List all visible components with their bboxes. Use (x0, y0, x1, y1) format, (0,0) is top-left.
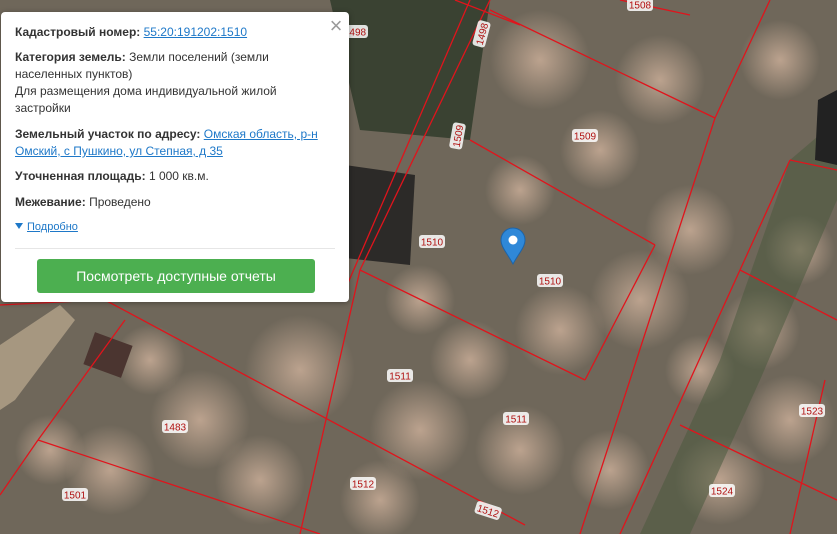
area-label: Уточненная площадь: (15, 169, 146, 183)
category-row: Категория земель: Земли поселений (земли… (15, 49, 335, 83)
area-value: 1 000 кв.м. (148, 169, 209, 183)
details-toggle[interactable]: Подробно (15, 221, 78, 233)
survey-row: Межевание: Проведено (15, 194, 335, 211)
parcel-number: 1483 (164, 423, 187, 434)
soil-patch (15, 415, 85, 485)
cadastral-row: Кадастровый номер: 55:20:191202:1510 (15, 24, 335, 41)
address-row: Земельный участок по адресу: Омская обла… (15, 126, 335, 160)
parcel-label-p1512a[interactable]: 1512 (350, 477, 376, 491)
soil-patch (740, 20, 820, 100)
soil-patch (560, 110, 640, 190)
parcel-number: 1510 (539, 277, 562, 288)
soil-patch (515, 285, 605, 375)
soil-patch (615, 35, 705, 125)
parcel-label-p1524[interactable]: 1524 (709, 484, 735, 498)
survey-value: Проведено (89, 195, 151, 209)
details-label: Подробно (27, 221, 78, 233)
parcel-number: 1501 (64, 491, 87, 502)
parcel-label-p1511b[interactable]: 1511 (503, 412, 529, 426)
parcel-number: 1508 (629, 1, 652, 12)
usage-text: Для размещения дома индивидуальной жилой… (15, 84, 277, 115)
cadastral-number-link[interactable]: 55:20:191202:1510 (144, 25, 247, 39)
parcel-number: 1524 (711, 487, 734, 498)
parcel-number: 1512 (352, 480, 375, 491)
right-building (815, 90, 837, 165)
soil-patch (490, 10, 590, 110)
parcel-label-p1510b[interactable]: 1510 (537, 274, 563, 288)
shed-roof (345, 165, 415, 265)
parcel-label-p1523[interactable]: 1523 (799, 404, 825, 418)
parcel-label-p1508[interactable]: 1508 (627, 0, 653, 12)
parcel-label-p1483[interactable]: 1483 (162, 420, 188, 434)
parcel-label-p1501[interactable]: 1501 (62, 488, 88, 502)
divider (15, 248, 335, 249)
address-label: Земельный участок по адресу: (15, 127, 201, 141)
cadastral-label: Кадастровый номер: (15, 25, 141, 39)
parcel-number: 1511 (389, 372, 411, 383)
survey-label: Межевание: (15, 195, 86, 209)
category-label: Категория земель: (15, 50, 126, 64)
parcel-number: 1510 (421, 238, 444, 249)
triangle-down-icon (15, 223, 23, 229)
parcel-label-p1511a[interactable]: 1511 (387, 369, 413, 383)
parcel-label-p1510a[interactable]: 1510 (419, 235, 445, 249)
parcel-label-p1509b[interactable]: 1509 (572, 129, 598, 143)
soil-patch (485, 155, 555, 225)
parcel-number: 1511 (505, 415, 527, 426)
soil-patch (590, 250, 690, 350)
soil-patch (745, 375, 835, 465)
parcel-info-popup: × Кадастровый номер: 55:20:191202:1510 К… (1, 12, 349, 302)
soil-patch (215, 435, 305, 525)
soil-patch (245, 315, 355, 425)
parcel-number: 1523 (801, 407, 824, 418)
parcel-number: 1509 (574, 132, 597, 143)
area-row: Уточненная площадь: 1 000 кв.м. (15, 168, 335, 185)
view-reports-button[interactable]: Посмотреть доступные отчеты (37, 259, 315, 293)
